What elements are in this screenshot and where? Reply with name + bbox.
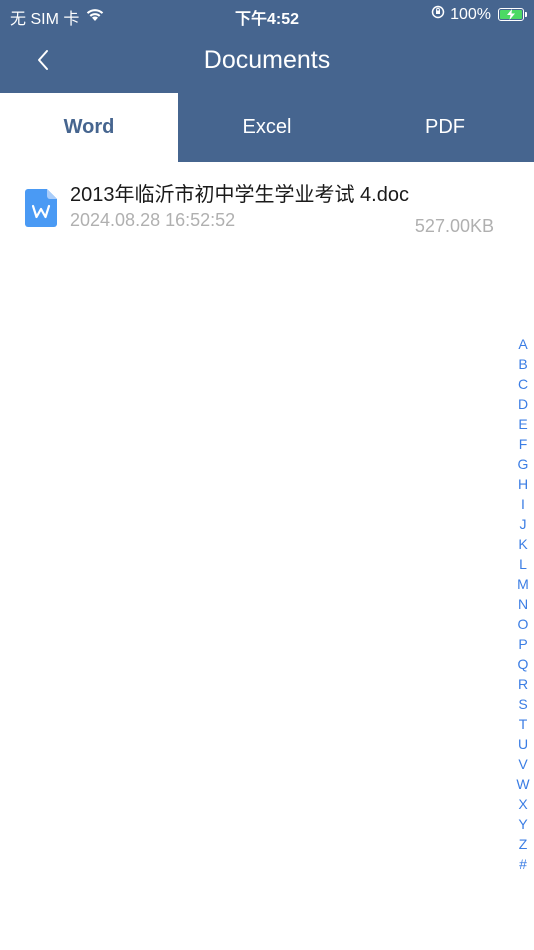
nav-bar: Documents [0, 30, 534, 93]
index-letter-x[interactable]: X [518, 794, 527, 814]
index-letter-q[interactable]: Q [518, 654, 529, 674]
index-letter-r[interactable]: R [518, 674, 528, 694]
index-letter-z[interactable]: Z [519, 834, 528, 854]
index-letter-i[interactable]: I [521, 494, 525, 514]
index-letter-c[interactable]: C [518, 374, 528, 394]
index-letter-k[interactable]: K [518, 534, 527, 554]
battery-percent: 100% [450, 5, 491, 23]
file-list-item[interactable]: 2013年临沂市初中学生学业考试 4.doc 2024.08.28 16:52:… [0, 162, 534, 254]
status-right: 100% [431, 5, 527, 24]
alphabet-index[interactable]: A B C D E F G H I J K L M N O P Q R S T U V W X Y Z # [513, 334, 533, 874]
index-letter-a[interactable]: A [518, 334, 527, 354]
index-letter-p[interactable]: P [518, 634, 527, 654]
index-letter-hash[interactable]: # [519, 854, 527, 874]
index-letter-m[interactable]: M [517, 574, 529, 594]
index-letter-w[interactable]: W [516, 774, 529, 794]
file-date: 2024.08.28 16:52:52 [70, 210, 236, 230]
index-letter-e[interactable]: E [518, 414, 527, 434]
file-size: 527.00KB [414, 216, 494, 236]
index-letter-u[interactable]: U [518, 734, 528, 754]
index-letter-t[interactable]: T [519, 714, 528, 734]
index-letter-b[interactable]: B [518, 354, 527, 374]
tab-bar: Word Excel PDF [0, 93, 534, 162]
index-letter-l[interactable]: L [519, 554, 527, 574]
status-bar: 无 SIM 卡 下午4:52 100% [0, 0, 534, 30]
index-letter-n[interactable]: N [518, 594, 528, 614]
tab-pdf[interactable]: PDF [356, 93, 534, 162]
word-document-icon [25, 189, 57, 227]
tab-excel[interactable]: Excel [178, 93, 356, 162]
index-letter-f[interactable]: F [519, 434, 528, 454]
index-letter-h[interactable]: H [518, 474, 528, 494]
index-letter-y[interactable]: Y [518, 814, 527, 834]
tab-word[interactable]: Word [0, 93, 178, 162]
header: 无 SIM 卡 下午4:52 100% Documents [0, 0, 534, 93]
index-letter-g[interactable]: G [518, 454, 529, 474]
page-title: Documents [203, 46, 331, 74]
index-letter-d[interactable]: D [518, 394, 528, 414]
file-name: 2013年临沂市初中学生学业考试 4.doc [70, 184, 409, 206]
index-letter-s[interactable]: S [518, 694, 527, 714]
index-letter-v[interactable]: V [518, 754, 527, 774]
index-letter-o[interactable]: O [518, 614, 529, 634]
battery-charging-icon [498, 8, 527, 21]
orientation-lock-icon [431, 5, 445, 24]
index-letter-j[interactable]: J [520, 514, 527, 534]
